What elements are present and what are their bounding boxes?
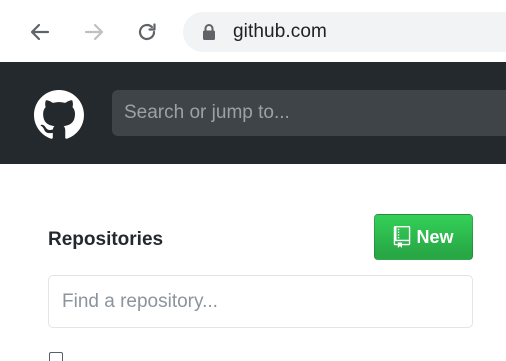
new-repository-button[interactable]: New — [374, 214, 473, 260]
lock-icon — [203, 24, 215, 40]
url-text: github.com — [233, 21, 327, 42]
forward-button[interactable] — [80, 18, 108, 46]
find-repository-field — [48, 275, 473, 328]
find-repository-input[interactable] — [49, 276, 472, 327]
global-search — [112, 90, 506, 136]
reload-icon — [138, 23, 156, 41]
github-mark-icon[interactable] — [34, 90, 84, 140]
repo-book-icon — [394, 226, 411, 248]
reload-button[interactable] — [133, 18, 161, 46]
search-input[interactable] — [112, 90, 506, 136]
repositories-heading: Repositories — [48, 229, 164, 250]
github-header — [0, 62, 506, 164]
browser-toolbar: github.com — [0, 0, 506, 62]
new-button-label: New — [416, 226, 454, 247]
arrow-left-icon — [30, 23, 50, 41]
address-bar[interactable]: github.com — [183, 12, 506, 52]
arrow-right-icon — [84, 23, 104, 41]
page: github.com Repositories New — [0, 0, 506, 361]
checkbox[interactable] — [49, 352, 63, 361]
back-button[interactable] — [26, 18, 54, 46]
